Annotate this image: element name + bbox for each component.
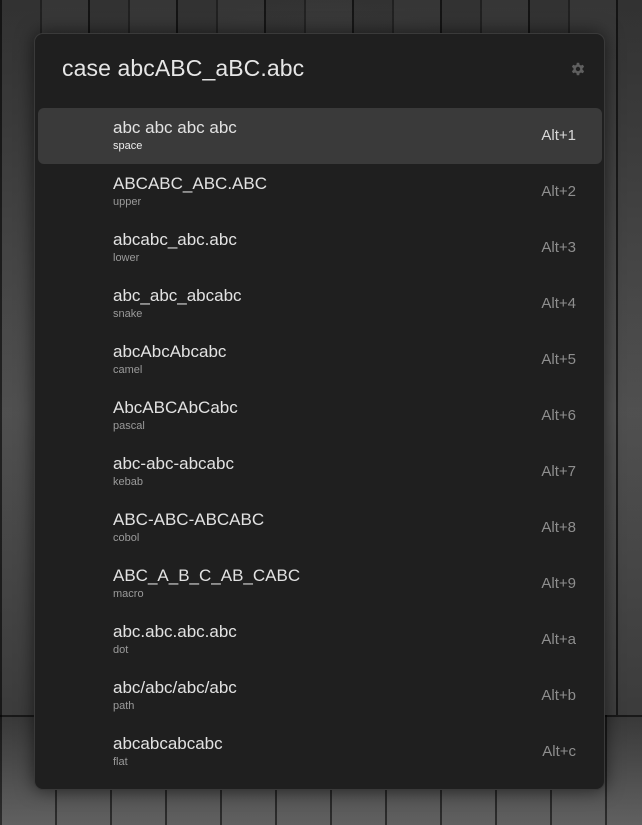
shortcut-label: Alt+6	[541, 407, 576, 424]
shortcut-label: Alt+c	[542, 743, 576, 760]
search-header: case abcABC_aBC.abc	[35, 34, 604, 106]
shortcut-label: Alt+2	[541, 183, 576, 200]
search-input[interactable]: case abcABC_aBC.abc	[62, 55, 304, 82]
result-subtitle: lower	[113, 252, 140, 264]
result-subtitle: upper	[113, 196, 142, 208]
result-subtitle: kebab	[113, 476, 143, 488]
result-title: ABC_A_B_C_AB_CABC	[113, 566, 301, 585]
result-title: abcAbcAbcabc	[113, 342, 227, 361]
result-subtitle: path	[113, 700, 135, 712]
result-title: ABC-ABC-ABCABC	[113, 510, 265, 529]
list-item[interactable]: abc/abc/abc/abc path Alt+b	[38, 668, 602, 724]
list-item[interactable]: abc_abc_abcabcsnake Alt+4	[38, 276, 602, 332]
list-item[interactable]: abcabcabcabc flat Alt+c	[38, 724, 602, 780]
result-title: abc/abc/abc/abc	[113, 678, 237, 697]
result-subtitle: dot	[113, 644, 129, 656]
result-title: abc.abc.abc.abc	[113, 622, 237, 641]
shortcut-label: Alt+4	[541, 295, 576, 312]
result-title: abc abc abc abc	[113, 118, 237, 137]
result-title: abcabcabcabc	[113, 734, 223, 753]
list-item[interactable]: ABC-ABC-ABCABC cobol Alt+8	[38, 500, 602, 556]
results-list: abc abc abc abc space Alt+1 ABCABC_ABC.ABCu…	[38, 108, 602, 780]
list-item[interactable]: AbcABCAbCabc pascal Alt+6	[38, 388, 602, 444]
shortcut-label: Alt+5	[541, 351, 576, 368]
result-subtitle: space	[113, 140, 143, 152]
gear-icon[interactable]	[570, 61, 586, 77]
shortcut-label: Alt+1	[541, 127, 576, 144]
result-subtitle: macro	[113, 588, 144, 600]
result-subtitle: cobol	[113, 532, 140, 544]
list-item[interactable]: abc abc abc abc space Alt+1	[38, 108, 602, 164]
list-item[interactable]: abcAbcAbcabc camel Alt+5	[38, 332, 602, 388]
list-item[interactable]: ABCABC_ABC.ABCupper Alt+2	[38, 164, 602, 220]
shortcut-label: Alt+7	[541, 463, 576, 480]
shortcut-label: Alt+b	[541, 687, 576, 704]
shortcut-label: Alt+9	[541, 575, 576, 592]
shortcut-label: Alt+3	[541, 239, 576, 256]
list-item[interactable]: abc-abc-abcabc kebab Alt+7	[38, 444, 602, 500]
result-title: abcabc_abc.abc	[113, 230, 237, 249]
list-item[interactable]: abc.abc.abc.abc dot Alt+a	[38, 612, 602, 668]
shortcut-label: Alt+8	[541, 519, 576, 536]
result-title: AbcABCAbCabc	[113, 398, 238, 417]
result-title: abc-abc-abcabc	[113, 454, 234, 473]
list-item[interactable]: ABC_A_B_C_AB_CABCmacro Alt+9	[38, 556, 602, 612]
list-item[interactable]: abcabc_abc.abclower Alt+3	[38, 220, 602, 276]
result-subtitle: flat	[113, 756, 128, 768]
result-subtitle: camel	[113, 364, 143, 376]
launcher-window: case abcABC_aBC.abc abc abc abc abc space…	[34, 33, 605, 790]
result-title: ABCABC_ABC.ABC	[113, 174, 267, 193]
shortcut-label: Alt+a	[541, 631, 576, 648]
result-subtitle: pascal	[113, 420, 145, 432]
result-title: abc_abc_abcabc	[113, 286, 242, 305]
result-subtitle: snake	[113, 308, 143, 320]
